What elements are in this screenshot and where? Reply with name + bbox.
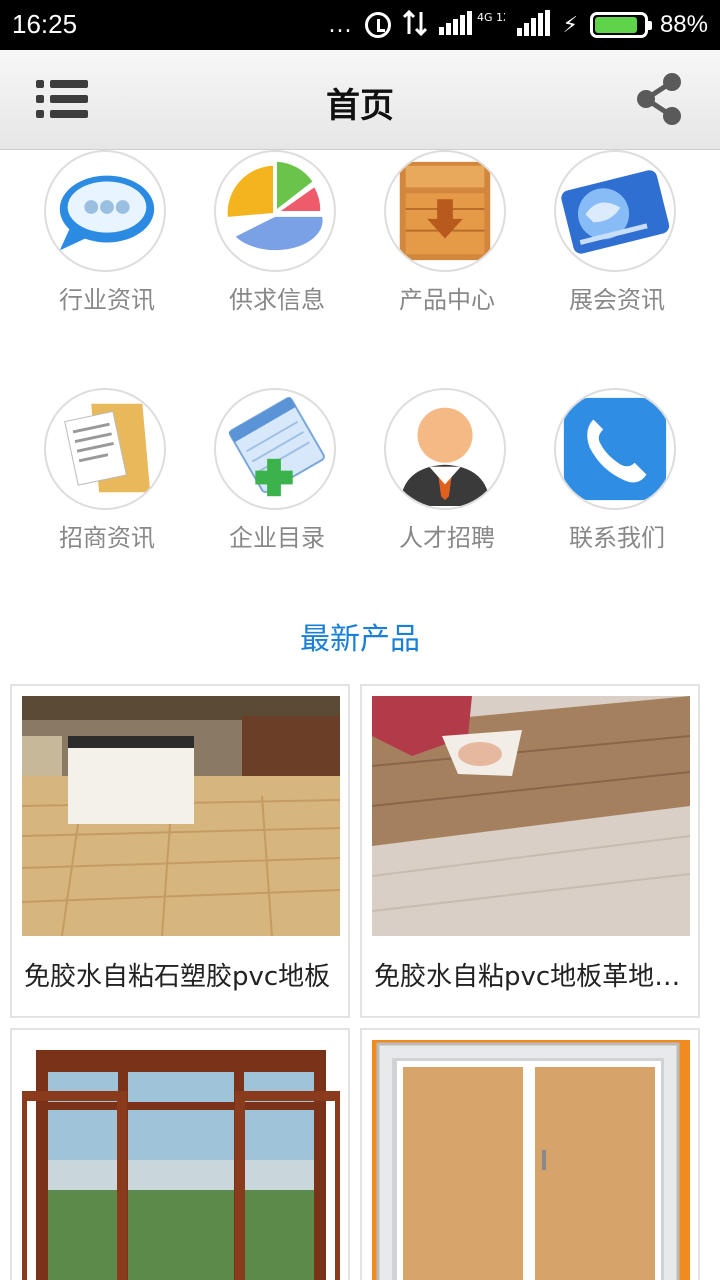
category-label: 联系我们 (569, 524, 665, 552)
documents-folder-icon (44, 388, 166, 510)
category-company-directory[interactable]: 企业目录 (192, 388, 362, 568)
category-label: 行业资讯 (59, 286, 155, 314)
wooden-crate-icon (384, 150, 506, 272)
share-icon[interactable] (634, 72, 684, 126)
category-product-center[interactable]: 产品中心 (362, 150, 532, 330)
notepad-add-icon (214, 388, 336, 510)
product-card[interactable] (10, 1028, 350, 1280)
battery-icon (589, 12, 652, 38)
section-title-latest-products: 最新产品 (300, 622, 420, 657)
category-label: 展会资讯 (569, 286, 665, 314)
product-card[interactable]: 免胶水自粘pvc地板革地板贴 (360, 684, 700, 1018)
more-dots: ... (328, 12, 353, 38)
category-recruitment[interactable]: 人才招聘 (362, 388, 532, 568)
signal-4g-icon: 4G 1X (438, 9, 511, 41)
floor-sticker-peel-image (372, 696, 690, 936)
svg-text:4G 1X: 4G 1X (477, 11, 505, 24)
product-card[interactable] (360, 1028, 700, 1280)
category-supply-demand[interactable]: 供求信息 (192, 150, 362, 330)
globe-card-icon (554, 150, 676, 272)
app-header: 首页 (0, 50, 720, 150)
data-transfer-icon (402, 9, 427, 40)
category-label: 人才招聘 (399, 524, 495, 552)
charging-icon: ⚡ (562, 12, 578, 38)
category-contact-us[interactable]: 联系我们 (532, 388, 702, 568)
category-investment-news[interactable]: 招商资讯 (22, 388, 192, 568)
status-time: 16:25 (12, 9, 78, 39)
signal-icon (516, 10, 551, 40)
category-label: 供求信息 (229, 286, 325, 314)
product-name: 免胶水自粘石塑胶pvc地板 (24, 962, 331, 992)
product-name: 免胶水自粘pvc地板革地板贴 (374, 962, 688, 992)
person-icon (384, 388, 506, 510)
page-title: 首页 (326, 86, 394, 126)
category-industry-news[interactable]: 行业资讯 (22, 150, 192, 330)
phone-icon (554, 388, 676, 510)
wood-floor-room-image (22, 696, 340, 936)
category-label: 产品中心 (399, 286, 495, 314)
status-icons: ... 4G 1X ⚡ 88% (329, 8, 708, 42)
chat-bubble-icon (44, 150, 166, 272)
alarm-icon (364, 12, 391, 38)
sliding-window-image (372, 1040, 690, 1280)
pie-chart-icon (214, 150, 336, 272)
battery-percent: 88% (659, 11, 708, 38)
status-bar: 16:25 ... 4G 1X ⚡ 88% (0, 0, 720, 50)
product-card[interactable]: 免胶水自粘石塑胶pvc地板 (10, 684, 350, 1018)
category-exhibition-news[interactable]: 展会资讯 (532, 150, 702, 330)
category-label: 企业目录 (229, 524, 325, 552)
category-label: 招商资讯 (59, 524, 155, 552)
casement-window-image (22, 1040, 340, 1280)
